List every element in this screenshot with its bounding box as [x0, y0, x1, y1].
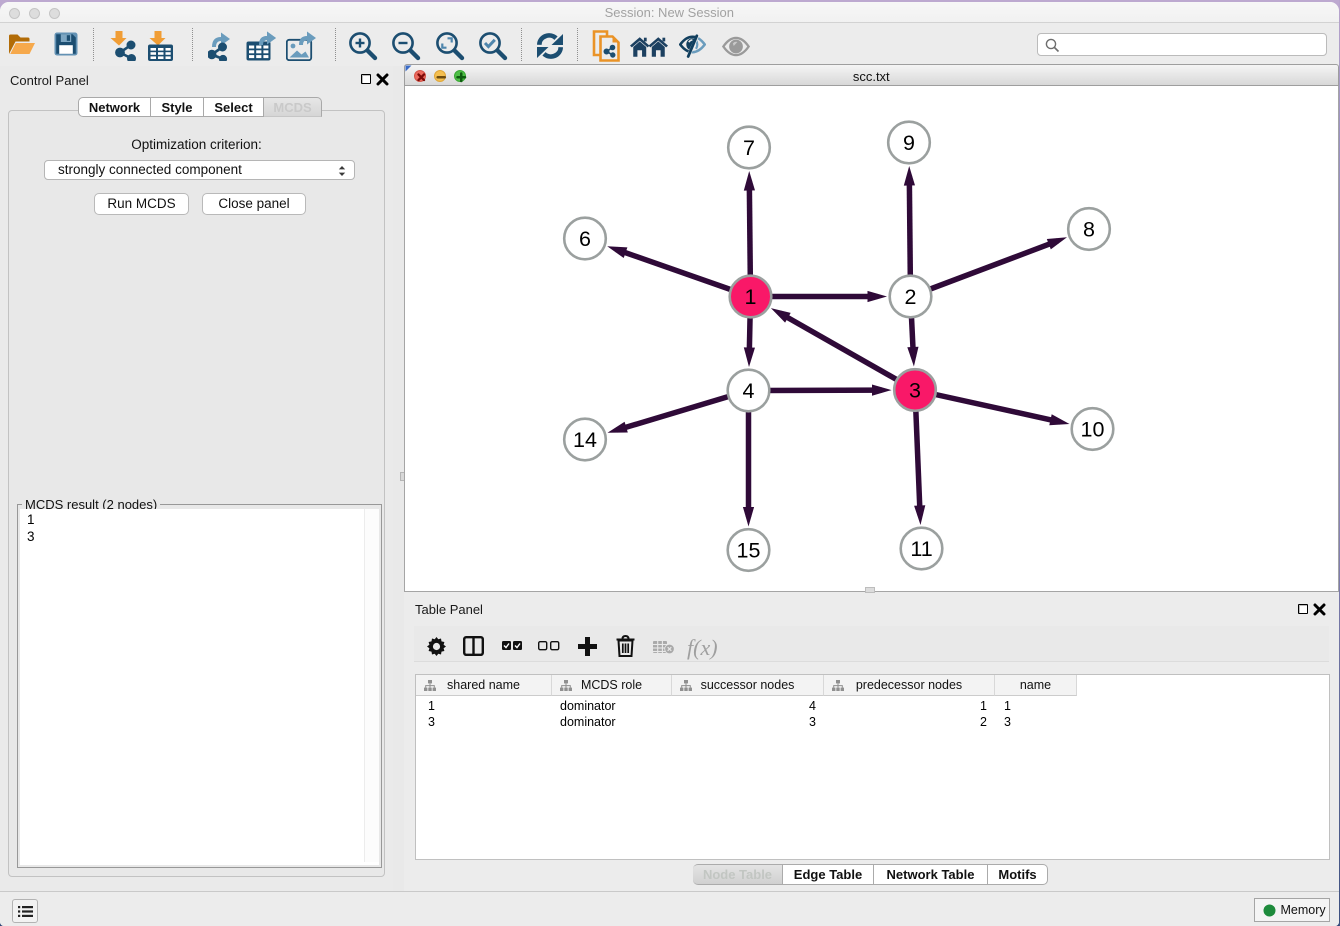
svg-text:2: 2: [905, 285, 917, 309]
svg-text:7: 7: [743, 136, 755, 160]
svg-text:6: 6: [579, 227, 591, 251]
svg-text:14: 14: [573, 428, 597, 452]
svg-text:15: 15: [737, 539, 761, 563]
svg-text:9: 9: [903, 131, 915, 155]
svg-text:1: 1: [745, 285, 757, 309]
svg-text:4: 4: [743, 379, 755, 403]
svg-text:3: 3: [909, 379, 921, 403]
svg-text:11: 11: [910, 537, 932, 561]
svg-text:10: 10: [1081, 418, 1105, 442]
svg-text:8: 8: [1083, 218, 1095, 242]
